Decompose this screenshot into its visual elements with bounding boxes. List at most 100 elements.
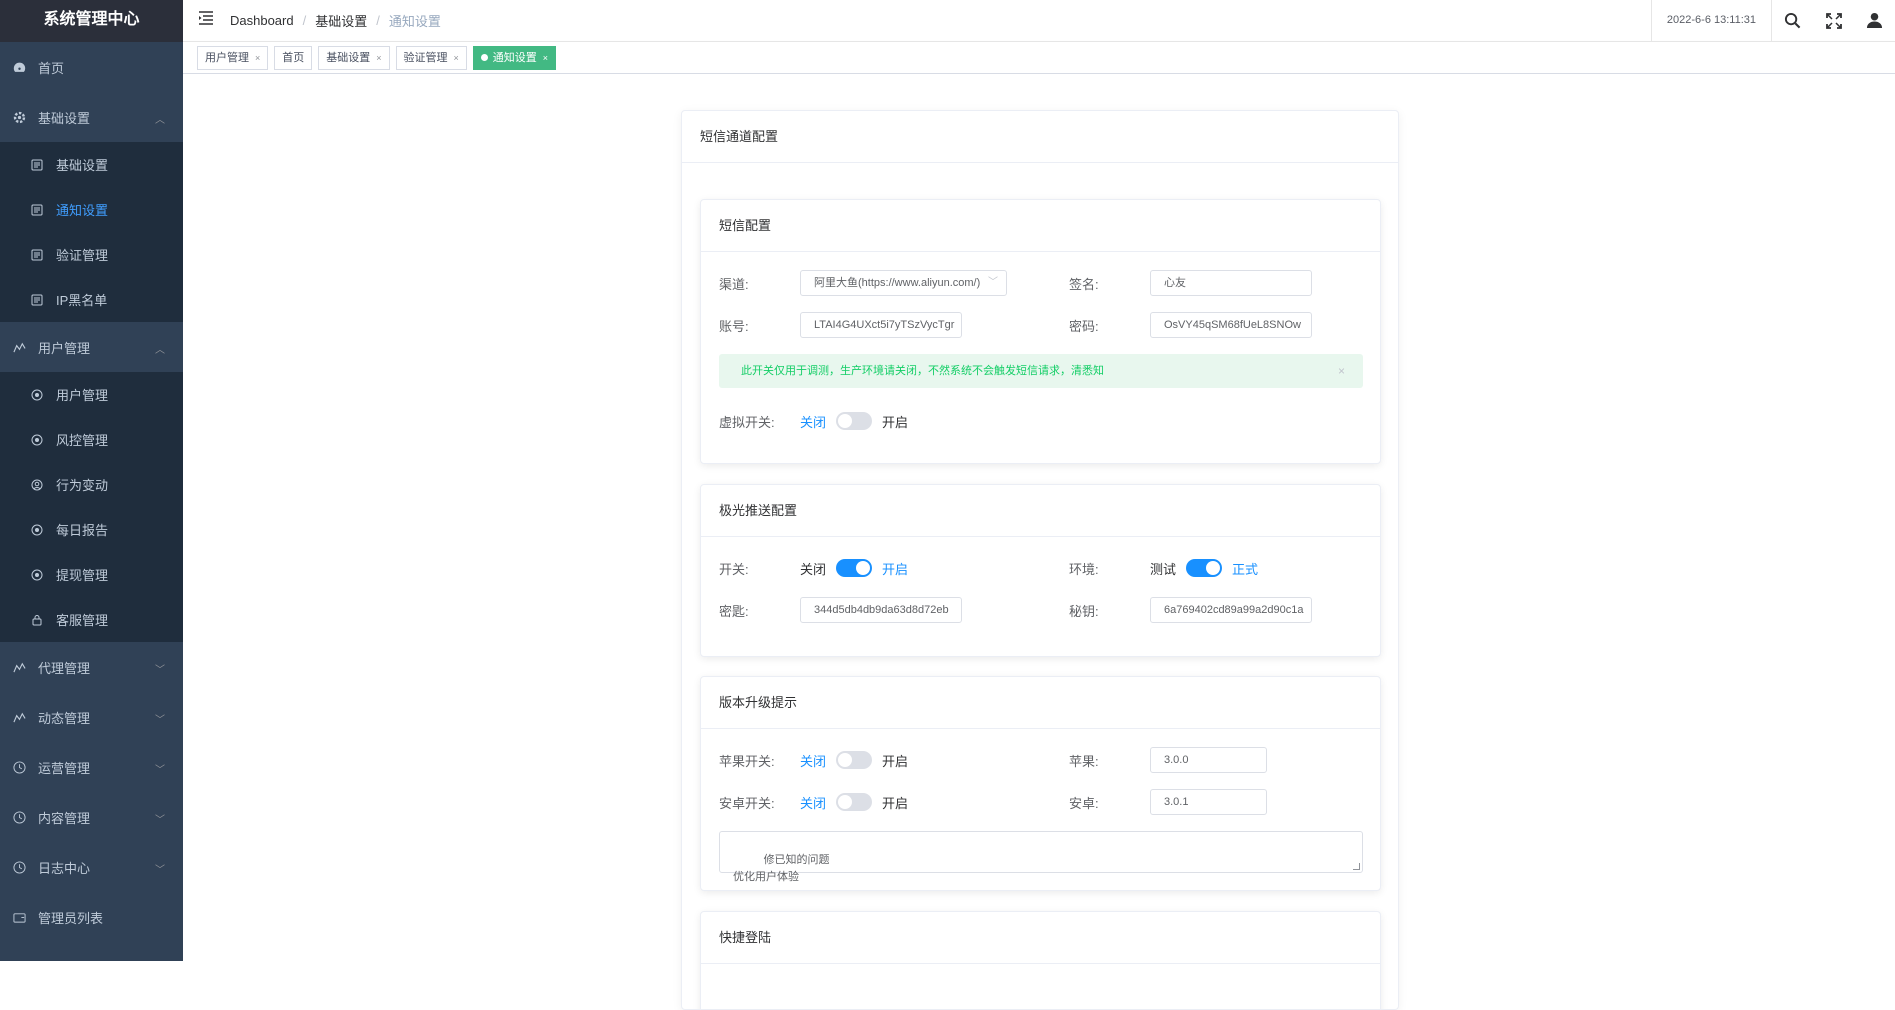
switch-on-label[interactable]: 开启 <box>882 559 908 578</box>
chevron-down-icon: ﹀ <box>155 761 165 776</box>
chevron-down-icon: ﹀ <box>155 811 165 826</box>
sidebar-item-risk-control[interactable]: 风控管理 <box>0 417 183 462</box>
breadcrumb-separator: / <box>303 13 307 28</box>
fullscreen-icon[interactable] <box>1813 0 1854 41</box>
breadcrumb-item[interactable]: 基础设置 <box>315 11 367 30</box>
sidebar-item-moments[interactable]: 动态管理 ﹀ <box>0 692 183 742</box>
hamburger-icon[interactable] <box>198 11 218 30</box>
field-label: 签名: <box>1069 274 1150 293</box>
release-notes-textarea[interactable]: 修已知的问题 优化用户体验 <box>719 831 1363 873</box>
apple-version-row: 苹果: 3.0.0 <box>1069 747 1267 773</box>
sidebar-item-label: 基础设置 <box>56 155 108 174</box>
android-switch-group: 关闭 开启 <box>800 793 908 812</box>
sidebar-item-ip-blacklist[interactable]: IP黑名单 <box>0 277 183 322</box>
sidebar-item-label: IP黑名单 <box>56 290 107 309</box>
tag-label: 基础设置 <box>326 47 370 69</box>
sidebar: 系统管理中心 首页 基础设置 ︿ 基础设置 通知设置 <box>0 0 183 961</box>
submenu-basic-settings: 基础设置 通知设置 验证管理 IP黑名单 <box>0 142 183 322</box>
content-area: 短信通道配置 短信配置 渠道: 阿里大鱼(https://www.aliyun.… <box>183 74 1895 961</box>
chevron-down-icon: ﹀ <box>988 271 998 295</box>
field-label: 密匙: <box>719 601 800 620</box>
document-icon <box>30 203 44 217</box>
chevron-up-icon: ︿ <box>155 341 165 356</box>
chevron-down-icon: ﹀ <box>155 711 165 726</box>
tag-label: 用户管理 <box>205 47 249 69</box>
close-icon[interactable]: × <box>376 47 381 69</box>
virtual-toggle[interactable] <box>836 412 872 430</box>
chevron-down-icon: ﹀ <box>155 661 165 676</box>
sidebar-item-notification-settings[interactable]: 通知设置 <box>0 187 183 232</box>
sidebar-item-behavior-changes[interactable]: 行为变动 <box>0 462 183 507</box>
close-icon[interactable]: × <box>1338 354 1345 388</box>
close-icon[interactable]: × <box>454 47 459 69</box>
sidebar-item-home[interactable]: 首页 <box>0 42 183 92</box>
dashboard-icon <box>12 60 26 74</box>
apple-switch-row: 苹果开关: 关闭 开启 <box>719 747 908 773</box>
virtual-switch-group: 关闭 开启 <box>800 412 908 431</box>
switch-off-label[interactable]: 测试 <box>1150 559 1176 578</box>
jpush-toggle[interactable] <box>836 559 872 577</box>
secret-input[interactable]: 6a769402cd89a99a2d90c1a <box>1150 597 1312 623</box>
switch-on-label[interactable]: 正式 <box>1232 559 1258 578</box>
android-toggle[interactable] <box>836 793 872 811</box>
switch-off-label[interactable]: 关闭 <box>800 793 826 812</box>
document-icon <box>30 158 44 172</box>
user-icon[interactable] <box>1854 0 1895 41</box>
sidebar-item-label: 风控管理 <box>56 430 108 449</box>
flag-icon <box>12 710 26 724</box>
search-icon[interactable] <box>1772 0 1813 41</box>
field-label: 秘钥: <box>1069 601 1150 620</box>
sidebar-item-daily-report[interactable]: 每日报告 <box>0 507 183 552</box>
gear-icon <box>12 110 26 124</box>
field-label: 苹果: <box>1069 751 1150 770</box>
sidebar-item-verification[interactable]: 验证管理 <box>0 232 183 277</box>
breadcrumb-item[interactable]: Dashboard <box>230 13 294 28</box>
switch-off-label[interactable]: 关闭 <box>800 751 826 770</box>
tag-basic-settings[interactable]: 基础设置 × <box>318 46 389 70</box>
datetime: 2022-6-6 13:11:31 <box>1651 0 1772 41</box>
channel-select[interactable]: 阿里大鱼(https://www.aliyun.com/) ﹀ <box>800 270 1007 296</box>
sidebar-item-agents[interactable]: 代理管理 ﹀ <box>0 642 183 692</box>
switch-on-label[interactable]: 开启 <box>882 751 908 770</box>
app-title: 系统管理中心 <box>0 0 183 42</box>
sidebar-item-customer-service[interactable]: 客服管理 <box>0 597 183 642</box>
sidebar-item-basic-settings-sub[interactable]: 基础设置 <box>0 142 183 187</box>
switch-off-label[interactable]: 关闭 <box>800 559 826 578</box>
switch-on-label[interactable]: 开启 <box>882 412 908 431</box>
tag-user-management[interactable]: 用户管理 × <box>197 46 268 70</box>
password-input[interactable]: OsVY45qSM68fUeL8SNOw <box>1150 312 1312 338</box>
sidebar-item-admins[interactable]: 管理员列表 <box>0 892 183 942</box>
sidebar-item-user-management[interactable]: 用户管理 ︿ <box>0 322 183 372</box>
sidebar-item-label: 日志中心 <box>38 858 90 877</box>
switch-on-label[interactable]: 开启 <box>882 793 908 812</box>
sign-input[interactable]: 心友 <box>1150 270 1312 296</box>
clock-icon <box>12 810 26 824</box>
apple-toggle[interactable] <box>836 751 872 769</box>
sign-row: 签名: 心友 <box>1069 270 1312 296</box>
close-icon[interactable]: × <box>543 47 548 69</box>
sidebar-item-basic-settings[interactable]: 基础设置 ︿ <box>0 92 183 142</box>
sidebar-item-operations[interactable]: 运营管理 ﹀ <box>0 742 183 792</box>
field-label: 渠道: <box>719 274 800 293</box>
key-input[interactable]: 344d5db4db9da63d8d72eb <box>800 597 962 623</box>
sidebar-item-logs[interactable]: 日志中心 ﹀ <box>0 842 183 892</box>
tag-verification[interactable]: 验证管理 × <box>396 46 467 70</box>
apple-version-input[interactable]: 3.0.0 <box>1150 747 1267 773</box>
tag-notification-settings[interactable]: 通知设置 × <box>473 46 556 70</box>
jpush-switch-row: 开关: 关闭 开启 <box>719 555 908 581</box>
env-toggle[interactable] <box>1186 559 1222 577</box>
target-icon <box>30 388 44 402</box>
account-input[interactable]: LTAI4G4UXct5i7yTSzVycTgr <box>800 312 962 338</box>
tag-home[interactable]: 首页 <box>274 46 312 70</box>
sidebar-item-users[interactable]: 用户管理 <box>0 372 183 417</box>
close-icon[interactable]: × <box>255 47 260 69</box>
resize-handle-icon[interactable] <box>1353 863 1360 870</box>
clock-icon <box>12 760 26 774</box>
android-version-input[interactable]: 3.0.1 <box>1150 789 1267 815</box>
secret-row: 秘钥: 6a769402cd89a99a2d90c1a <box>1069 597 1312 623</box>
sidebar-item-content[interactable]: 内容管理 ﹀ <box>0 792 183 842</box>
document-icon <box>30 293 44 307</box>
sms-channel-card: 短信通道配置 短信配置 渠道: 阿里大鱼(https://www.aliyun.… <box>681 110 1399 1010</box>
sidebar-item-withdrawals[interactable]: 提现管理 <box>0 552 183 597</box>
switch-off-label[interactable]: 关闭 <box>800 412 826 431</box>
